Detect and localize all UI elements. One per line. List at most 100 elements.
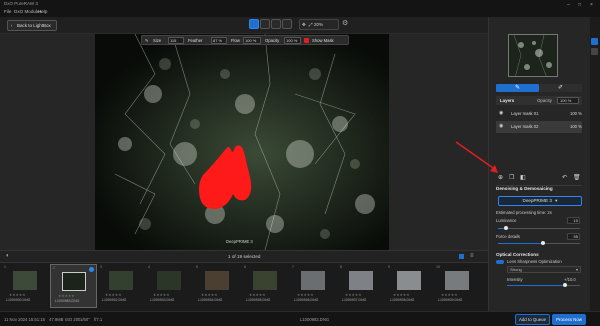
viewer-settings-icon[interactable]: ⚙: [342, 19, 348, 27]
film-item[interactable]: 6 ★★★★★ L1000935.DNG: [242, 264, 289, 308]
layer-opacity: 100 %: [570, 111, 582, 116]
film-item[interactable]: 9 ★★★★★ L1000938.DNG: [386, 264, 433, 308]
film-thumb: [301, 271, 325, 290]
film-thumb: [157, 271, 181, 290]
tab-corrections-icon[interactable]: [591, 38, 598, 45]
flow-label: Flow: [231, 38, 240, 43]
film-thumb: [205, 271, 229, 290]
denoising-section-title[interactable]: Denoising & Demosaicing: [496, 186, 553, 191]
zoom-value[interactable]: 20%: [314, 19, 334, 30]
film-filename: L1000983.DNG: [55, 299, 80, 303]
navigator-preview[interactable]: [508, 34, 558, 77]
size-input[interactable]: 115: [168, 37, 184, 44]
back-to-lightbox-button[interactable]: ‹ Back to LightBox: [7, 20, 57, 31]
film-index: 9: [388, 265, 390, 269]
film-filename: L1000933.DNG: [150, 298, 175, 302]
optical-section-title[interactable]: Optical Corrections: [496, 252, 539, 257]
size-label: Size: [153, 38, 162, 43]
luminance-slider-knob[interactable]: [504, 226, 508, 230]
show-mask-label: Show Mask: [312, 38, 334, 43]
auto-mask-icon: ✐: [557, 85, 564, 91]
auto-mask-tool-button[interactable]: ✐: [539, 84, 582, 92]
denoise-method-select[interactable]: DeepPRIME 3 ▾: [498, 196, 582, 206]
estimated-time: Estimated processing time: 2s: [496, 210, 552, 215]
intensity-slider-knob[interactable]: [563, 283, 567, 287]
luminance-slider[interactable]: [498, 228, 580, 229]
star-rating[interactable]: ★★★★★: [345, 293, 362, 297]
film-item[interactable]: 5 ★★★★★ L1000934.DNG: [194, 264, 241, 308]
film-index: 3: [100, 265, 102, 269]
star-rating[interactable]: ★★★★★: [105, 293, 122, 297]
add-to-queue-button[interactable]: Add to Queue: [515, 314, 550, 325]
layer-opacity-select[interactable]: 100 %: [557, 97, 579, 104]
star-rating[interactable]: ★★★★★: [297, 293, 314, 297]
palette-icon[interactable]: ◐: [6, 253, 10, 259]
mask-layer-icon[interactable]: ◧: [520, 174, 526, 181]
force-details-slider-knob[interactable]: [541, 241, 545, 245]
star-rating[interactable]: ★★★★★: [153, 293, 170, 297]
film-index: 1: [4, 265, 6, 269]
film-item[interactable]: 3 ★★★★★ L1000932.DNG: [98, 264, 145, 308]
delete-layer-icon[interactable]: 🗑: [573, 174, 581, 181]
film-item[interactable]: 10 ★★★★★ L1000939.DNG: [434, 264, 481, 308]
intensity-label: Intensity: [507, 277, 523, 282]
force-details-input[interactable]: 55: [567, 233, 580, 240]
lens-sharpness-toggle[interactable]: [496, 260, 504, 264]
opacity-input[interactable]: 100 %: [284, 37, 301, 44]
luminance-input[interactable]: 10: [567, 217, 580, 224]
film-index: 6: [244, 265, 246, 269]
star-rating[interactable]: ★★★★★: [201, 293, 218, 297]
fit-icon[interactable]: ✥: [302, 22, 306, 27]
maximize-button[interactable]: □: [578, 2, 581, 8]
star-rating[interactable]: ★★★★★: [249, 293, 266, 297]
eye-icon[interactable]: ◉: [499, 110, 503, 116]
show-mask-checkbox[interactable]: [304, 38, 309, 43]
chevron-down-icon: ▾: [555, 198, 558, 203]
eye-icon[interactable]: ◉: [499, 123, 503, 129]
single-view-button[interactable]: [249, 19, 259, 29]
film-item[interactable]: 8 ★★★★★ L1000937.DNG: [338, 264, 385, 308]
film-filename: L1000939.DNG: [438, 298, 463, 302]
star-rating[interactable]: ★★★★★: [441, 293, 458, 297]
film-item[interactable]: 4 ★★★★★ L1000933.DNG: [146, 264, 193, 308]
menu-help[interactable]: Help: [38, 9, 47, 14]
annotation-arrow: [455, 141, 498, 173]
process-now-button[interactable]: Process Now: [552, 314, 586, 325]
layer-row[interactable]: ◉ Layer mask 01 100 %: [496, 108, 582, 120]
film-item-selected[interactable]: 2 ★★★★★ L1000983.DNG: [50, 264, 97, 308]
star-rating[interactable]: ★★★★★: [9, 293, 26, 297]
brush-tool-button[interactable]: ✎: [496, 84, 539, 92]
duplicate-layer-icon[interactable]: ❐: [509, 174, 514, 181]
grid-view-icon[interactable]: [459, 254, 464, 259]
fit-label: ⤢: [309, 22, 313, 27]
layer-opacity: 100 %: [570, 124, 582, 129]
sharpness-strength-select[interactable]: Strong ▾: [507, 266, 581, 273]
menu-bar: [0, 0, 600, 17]
menu-file[interactable]: File: [4, 9, 11, 14]
undo-icon[interactable]: ↶: [562, 174, 567, 181]
minimize-button[interactable]: –: [567, 2, 570, 8]
arrow-left-icon: ‹: [11, 23, 13, 28]
star-rating[interactable]: ★★★★★: [58, 294, 75, 298]
film-thumb: [109, 271, 133, 290]
panel-tab-strip: [590, 17, 600, 311]
layers-tab[interactable]: Layers: [500, 98, 514, 103]
star-rating[interactable]: ★★★★★: [393, 293, 410, 297]
split-view-button[interactable]: [271, 19, 281, 29]
film-item[interactable]: 7 ★★★★★ L1000936.DNG: [290, 264, 337, 308]
feather-input[interactable]: 87 %: [211, 37, 227, 44]
flow-input[interactable]: 100 %: [243, 37, 261, 44]
film-filename: L1000937.DNG: [342, 298, 367, 302]
list-view-icon[interactable]: ≡: [470, 253, 474, 259]
tab-export-icon[interactable]: [591, 48, 598, 55]
compare-view-button[interactable]: [260, 19, 270, 29]
close-button[interactable]: ×: [590, 2, 593, 8]
film-index: 7: [292, 265, 294, 269]
film-filename: L1000936.DNG: [294, 298, 319, 302]
film-item[interactable]: 1 ★★★★★ L1000930.DNG: [2, 264, 49, 308]
side-by-side-button[interactable]: [282, 19, 292, 29]
film-thumb: [62, 272, 86, 291]
intensity-value[interactable]: +/10.0: [564, 277, 576, 282]
layer-row-active[interactable]: ◉ Layer mask 02 100 %: [496, 121, 582, 133]
photo-preview[interactable]: [95, 34, 389, 250]
